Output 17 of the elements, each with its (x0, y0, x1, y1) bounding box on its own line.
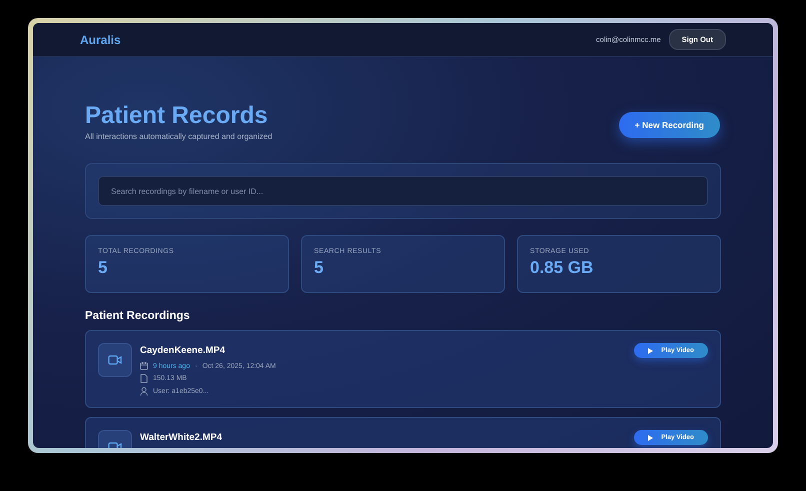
new-recording-button[interactable]: + New Recording (618, 112, 720, 138)
file-name: CaydenKeene.MP4 (140, 345, 226, 356)
play-icon (648, 434, 654, 441)
stat-value: 0.85 GB (530, 258, 594, 278)
page-subtitle: All interactions automatically captured and organized (85, 132, 272, 142)
stat-value: 5 (98, 258, 108, 278)
file-name: WalterWhite2.MP4 (140, 432, 223, 444)
page-title: Patient Records (85, 103, 269, 130)
calendar-icon (140, 362, 148, 370)
app-logo: Auralis (80, 32, 121, 46)
search-field[interactable]: Search recordings by filename or user ID... (98, 176, 708, 206)
stat-value: 5 (314, 258, 324, 278)
video-camera-icon (98, 343, 132, 378)
file-icon (140, 374, 148, 384)
play-icon (648, 348, 654, 354)
section-title: Patient Recordings (85, 310, 191, 322)
user-icon (140, 387, 148, 396)
